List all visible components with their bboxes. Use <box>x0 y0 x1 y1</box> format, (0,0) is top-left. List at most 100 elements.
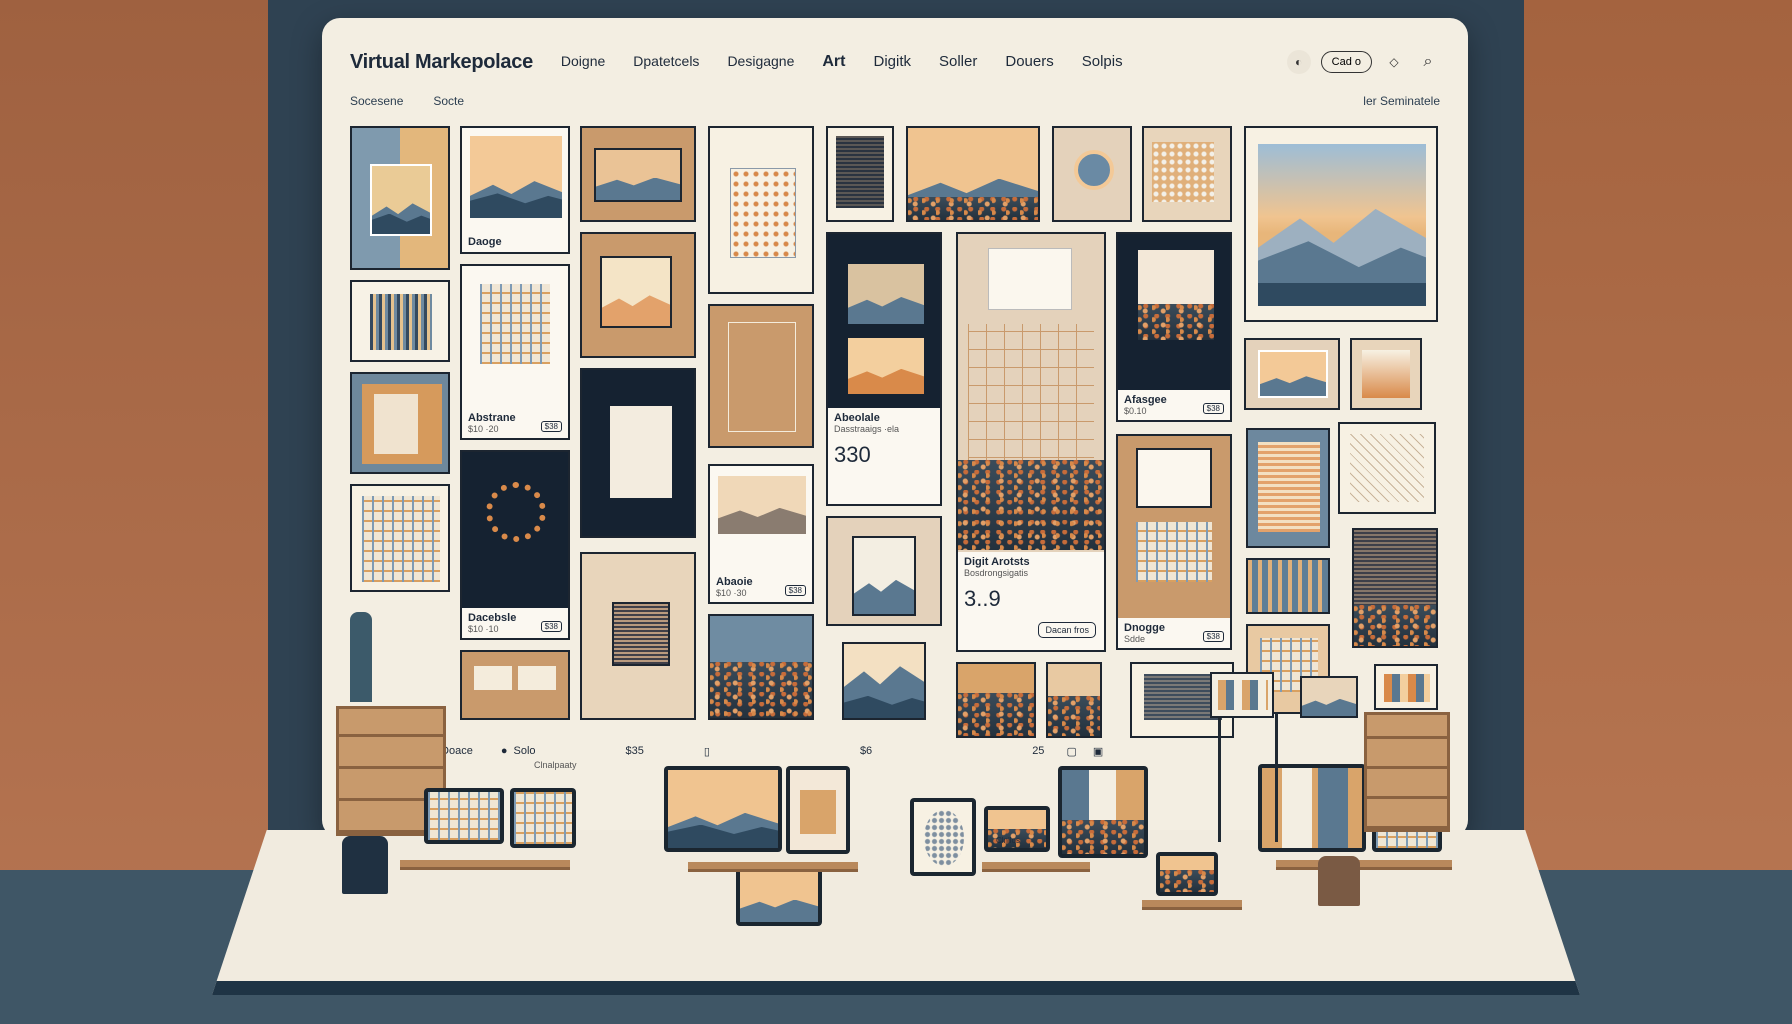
artwork-tile[interactable] <box>350 280 450 362</box>
card-title: Daoge <box>468 236 502 248</box>
artwork-tile[interactable] <box>842 642 926 720</box>
card-subtitle: Dasstraaigs ·ela <box>834 424 900 434</box>
wishlist-icon[interactable]: ◇ <box>1382 50 1406 74</box>
artwork-tile[interactable] <box>580 126 696 222</box>
sub-item-socesene[interactable]: Socesene <box>350 94 403 108</box>
user-icon[interactable]: ◐ <box>1286 50 1311 74</box>
nav-item-solpis[interactable]: Solpis <box>1068 53 1137 71</box>
artwork-tile[interactable] <box>1246 428 1330 548</box>
site-logo[interactable]: Virtual Markepolace <box>350 51 533 74</box>
artwork-tile[interactable] <box>350 372 450 474</box>
artwork-tile[interactable] <box>1350 338 1422 410</box>
artwork-tile[interactable] <box>580 552 696 720</box>
card-info: Abeolale Dasstraaigs ·ela 330 <box>828 408 940 504</box>
desk-monitor <box>1058 766 1148 858</box>
card-info: Abaoie $10 ·30 $38 <box>710 572 812 602</box>
next-page-icon[interactable]: ▣ <box>1093 745 1103 758</box>
desk-monitor <box>424 788 504 844</box>
stage-platform <box>212 830 1580 995</box>
product-card[interactable]: Digit Arotsts Bosdrongsigatis 3..9 Dacan… <box>956 232 1106 652</box>
header-tools: ◐ Cad o ◇ ⌕ <box>1286 50 1440 74</box>
nav-item-digitk[interactable]: Digitk <box>859 53 925 71</box>
sub-navigation: Socesene Socte ler Seminatele <box>350 94 1440 108</box>
artwork-tile[interactable] <box>350 126 450 270</box>
desk <box>982 862 1090 872</box>
desk-monitor <box>736 868 822 926</box>
easel-canvas <box>1210 672 1274 718</box>
cart-badge[interactable]: $38 <box>1202 403 1224 414</box>
card-info: Dnogge Sdde $38 <box>1118 618 1230 648</box>
nav-item-soller[interactable]: Soller <box>925 53 991 71</box>
cart-badge[interactable]: $38 <box>540 621 562 632</box>
range-slider-handle[interactable]: ▯ <box>704 745 710 758</box>
artwork-tile[interactable] <box>1052 126 1132 222</box>
artwork-tile[interactable] <box>1142 126 1232 222</box>
product-card[interactable]: Dnogge Sdde $38 <box>1116 434 1232 650</box>
cart-badge[interactable]: $38 <box>784 585 806 596</box>
top-header: Virtual Markepolace Doigne Dpatetcels De… <box>350 44 1440 80</box>
card-title: Digit Arotsts <box>964 556 1030 568</box>
artwork-tile[interactable] <box>956 662 1036 738</box>
seller-link[interactable]: ler Seminatele <box>1363 94 1440 108</box>
chair <box>342 836 388 894</box>
artwork-tile[interactable] <box>708 614 814 720</box>
product-card[interactable]: Dacebsle $10 ·10 $38 <box>460 450 570 640</box>
nav-item-dpatetcels[interactable]: Dpatetcels <box>619 53 713 71</box>
card-info: Daoge <box>462 232 568 252</box>
easel-canvas <box>1300 676 1358 718</box>
artwork-tile[interactable] <box>1244 338 1340 410</box>
left-wall <box>0 0 270 900</box>
artwork-tile[interactable] <box>580 368 696 538</box>
product-card[interactable]: Afasgee $0.10 $38 <box>1116 232 1232 422</box>
artwork-tile[interactable] <box>1046 662 1102 738</box>
product-card[interactable]: Abstrane $10 ·20 $38 <box>460 264 570 440</box>
cart-badge[interactable]: $38 <box>1202 631 1224 642</box>
desk-monitor <box>1156 852 1218 896</box>
plant-decoration <box>350 612 372 702</box>
desk-monitor <box>664 766 782 852</box>
nav-item-douers[interactable]: Douers <box>991 53 1067 71</box>
card-info: Abstrane $10 ·20 $38 <box>462 408 568 438</box>
cart-badge[interactable]: $38 <box>540 421 562 432</box>
product-card[interactable]: Abeolale Dasstraaigs ·ela 330 <box>826 232 942 506</box>
desk-monitor <box>786 766 850 854</box>
artwork-tile[interactable] <box>1338 422 1436 514</box>
result-count: 25 <box>1032 745 1045 757</box>
artwork-tile[interactable] <box>708 304 814 448</box>
artwork-tile[interactable] <box>350 484 450 592</box>
card-price: 330 <box>834 442 871 467</box>
buy-button[interactable]: Dacan fros <box>1038 622 1096 638</box>
price-max: $6 <box>859 745 873 757</box>
artwork-tile[interactable] <box>1352 528 1438 648</box>
card-info: Digit Arotsts Bosdrongsigatis 3..9 Dacan… <box>958 552 1104 650</box>
search-icon[interactable]: ⌕ <box>1416 50 1440 74</box>
nav-item-art[interactable]: Art <box>808 53 859 71</box>
artwork-tile[interactable] <box>708 126 814 294</box>
sub-item-socte[interactable]: Socte <box>433 94 464 108</box>
nav-item-doigne[interactable]: Doigne <box>547 53 619 71</box>
right-wall <box>1522 0 1792 900</box>
desk-monitor <box>510 788 576 848</box>
easel <box>1218 712 1278 842</box>
bookshelf <box>1364 712 1450 832</box>
card-title: Abeolale <box>834 412 880 424</box>
desk <box>688 862 858 872</box>
cart-pill-button[interactable]: Cad o <box>1320 51 1372 73</box>
filter-option[interactable]: Solo <box>513 745 535 757</box>
nav-item-desigagne[interactable]: Desigagne <box>713 53 808 71</box>
artwork-tile[interactable] <box>580 232 696 358</box>
product-card[interactable]: Daoge <box>460 126 570 254</box>
artwork-tile[interactable] <box>1246 558 1330 614</box>
desk <box>1142 900 1242 910</box>
featured-artwork[interactable] <box>1244 126 1438 322</box>
product-card[interactable]: Abaoie $10 ·30 $38 <box>708 464 814 604</box>
artwork-tile[interactable] <box>826 126 894 222</box>
card-info: Afasgee $0.10 $38 <box>1118 390 1230 420</box>
desk-monitor <box>910 798 976 876</box>
prev-page-icon[interactable]: ▢ <box>1066 745 1076 758</box>
artwork-tile[interactable] <box>826 516 942 626</box>
artwork-tile[interactable] <box>906 126 1040 222</box>
wall-swatch-art <box>1374 664 1438 710</box>
chair <box>1318 856 1360 906</box>
artwork-tile[interactable] <box>460 650 570 720</box>
